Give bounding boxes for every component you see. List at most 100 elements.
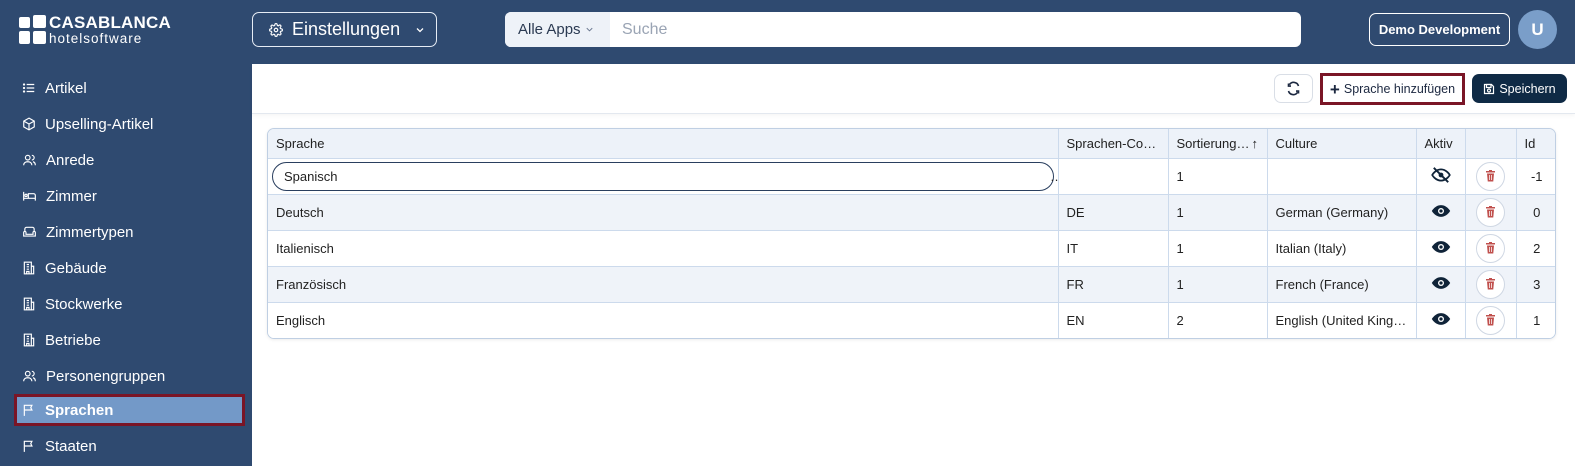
eye-icon[interactable] (1431, 312, 1451, 326)
cell-code[interactable]: EN (1058, 302, 1169, 338)
cell-sort[interactable]: 1 (1168, 158, 1268, 195)
column-header-culture[interactable]: Culture (1267, 129, 1417, 159)
logo[interactable]: CASABLANCA hotelsoftware (19, 14, 171, 46)
cell-sprache[interactable]: Englisch (268, 302, 1059, 338)
module-label: Einstellungen (292, 19, 401, 39)
user-avatar[interactable]: U (1518, 10, 1557, 49)
bed-icon (23, 191, 36, 201)
logo-title: CASABLANCA (49, 13, 171, 32)
delete-button[interactable] (1476, 233, 1505, 263)
delete-button[interactable] (1476, 269, 1505, 299)
column-header-sprachen-code[interactable]: Sprachen-Co… (1058, 129, 1169, 159)
list-icon (22, 83, 35, 93)
cell-sprache[interactable]: Italienisch (268, 230, 1059, 267)
cell-code[interactable] (1058, 158, 1169, 195)
delete-button[interactable] (1476, 197, 1505, 227)
users-icon (23, 154, 36, 166)
refresh-icon (1287, 81, 1300, 96)
cell-culture[interactable]: German (Germany) (1267, 194, 1417, 231)
trash-icon (1486, 314, 1495, 326)
sidebar-item-personengruppen[interactable]: Personengruppen (14, 360, 245, 392)
trash-icon (1486, 278, 1495, 290)
cell-code[interactable]: IT (1058, 230, 1169, 267)
cell-culture[interactable] (1267, 158, 1417, 195)
cell-id: 1 (1533, 312, 1541, 328)
cell-code[interactable]: DE (1058, 194, 1169, 231)
delete-button[interactable] (1476, 305, 1505, 335)
cell-culture[interactable]: Italian (Italy) (1267, 230, 1417, 267)
cell-aktiv[interactable] (1416, 266, 1466, 303)
column-header-aktiv[interactable]: Aktiv (1416, 129, 1466, 159)
eye-icon[interactable] (1431, 240, 1451, 254)
table-header-row: Sprache Sprachen-Co… Sortierung… ↑ Cultur… (268, 129, 1555, 159)
sidebar-item-label: Zimmertypen (46, 223, 134, 241)
table-row[interactable]: Französisch FR 1 French (France) 3 (268, 266, 1555, 303)
sidebar-item-staaten[interactable]: Staaten (14, 430, 245, 462)
table-row[interactable]: Englisch EN 2 English (United King… 1 (268, 302, 1555, 338)
cell-code[interactable]: FR (1058, 266, 1169, 303)
table-row[interactable]: Deutsch DE 1 German (Germany) 0 (268, 194, 1555, 231)
chevron-down-icon (585, 27, 593, 32)
cell-culture[interactable]: English (United King… (1267, 302, 1417, 338)
module-switcher-button[interactable]: Einstellungen (252, 12, 437, 47)
sidebar-item-upselling-artikel[interactable]: Upselling-Artikel (14, 108, 245, 140)
delete-button[interactable] (1476, 161, 1505, 191)
languages-table: Sprache Sprachen-Co… Sortierung… ↑ Cultur… (267, 128, 1556, 339)
refresh-button[interactable] (1274, 74, 1313, 103)
sidebar-item-artikel[interactable]: Artikel (14, 72, 245, 104)
environment-button[interactable]: Demo Development (1369, 13, 1510, 46)
save-button[interactable]: Speichern (1472, 74, 1567, 103)
eye-icon[interactable] (1431, 204, 1451, 218)
eye-off-icon[interactable] (1430, 166, 1451, 183)
sidebar-item-gebaeude[interactable]: Gebäude (14, 252, 245, 284)
cell-aktiv[interactable] (1416, 194, 1466, 231)
table-row[interactable]: 1 -1 (268, 158, 1555, 195)
add-language-label: Sprache hinzufügen (1343, 82, 1456, 96)
cell-aktiv[interactable] (1416, 230, 1466, 267)
language-name-input[interactable] (272, 161, 1054, 191)
cell-culture[interactable]: French (France) (1267, 266, 1417, 303)
sidebar-item-anrede[interactable]: Anrede (14, 144, 245, 176)
flag-icon (23, 440, 33, 452)
column-header-sortierung[interactable]: Sortierung… ↑ (1168, 129, 1268, 159)
logo-subtitle: hotelsoftware (49, 31, 143, 46)
cell-actions (1465, 266, 1517, 303)
column-header-sprache[interactable]: Sprache (268, 129, 1059, 159)
column-header-id[interactable]: Id (1516, 129, 1555, 159)
cell-sort[interactable]: 2 (1168, 302, 1268, 338)
cell-sprache[interactable] (268, 158, 1059, 195)
building-icon (23, 333, 35, 347)
sidebar-item-zimmertypen[interactable]: Zimmertypen (14, 216, 245, 248)
cell-id: 3 (1516, 266, 1555, 303)
trash-icon (1486, 206, 1495, 218)
gear-icon (269, 22, 283, 37)
eye-icon[interactable] (1431, 276, 1451, 290)
sidebar-item-zimmer[interactable]: Zimmer (14, 180, 245, 212)
sidebar-item-sprachen[interactable]: Sprachen (14, 394, 245, 426)
cell-sort[interactable]: 1 (1168, 230, 1268, 267)
column-header-actions (1465, 129, 1517, 159)
cell-aktiv[interactable] (1416, 158, 1466, 195)
add-language-button[interactable]: + Sprache hinzufügen (1320, 73, 1465, 105)
sidebar-item-label: Staaten (45, 437, 97, 455)
cell-sprache[interactable]: Deutsch (268, 194, 1059, 231)
cell-id: 0 (1516, 194, 1555, 231)
search-input[interactable] (610, 12, 1301, 47)
search-bar: Alle Apps (505, 12, 1301, 47)
table-row[interactable]: Italienisch IT 1 Italian (Italy) 2 (268, 230, 1555, 267)
cell-sort[interactable]: 1 (1168, 194, 1268, 231)
sidebar-item-label: Gebäude (45, 259, 107, 277)
search-scope-dropdown[interactable]: Alle Apps (505, 12, 610, 47)
sidebar-item-label: Sprachen (45, 401, 114, 419)
sidebar-item-label: Anrede (46, 151, 95, 169)
sidebar-item-stockwerke[interactable]: Stockwerke (14, 288, 245, 320)
column-header-sortierung-label: Sortierung… (1176, 135, 1250, 151)
sidebar-item-betriebe[interactable]: Betriebe (14, 324, 245, 356)
cell-sort[interactable]: 1 (1168, 266, 1268, 303)
cell-id: 2 (1516, 230, 1555, 267)
sidebar: Artikel Upselling-Artikel Anrede Zimmer … (0, 64, 252, 466)
trash-icon (1486, 170, 1495, 182)
cell-sprache[interactable]: Französisch (268, 266, 1059, 303)
cell-aktiv[interactable] (1416, 302, 1466, 338)
building-icon (23, 297, 35, 311)
